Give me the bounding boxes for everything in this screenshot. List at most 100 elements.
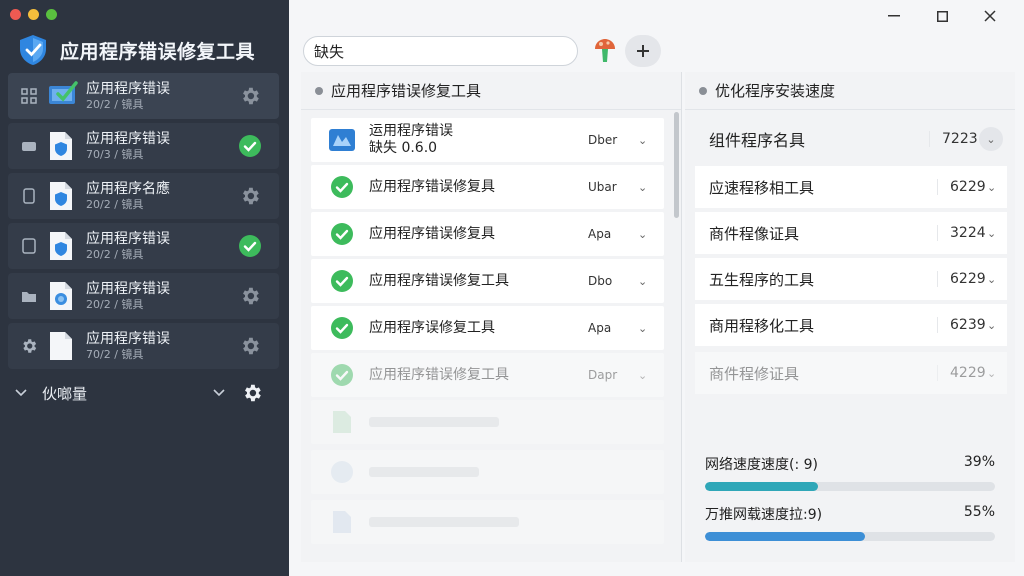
search-input[interactable]: [303, 36, 578, 66]
chevron-down-icon[interactable]: ⌄: [638, 322, 664, 335]
settings-gear-icon[interactable]: [239, 382, 265, 404]
list-item-name: 应用程序错误修复具: [369, 225, 495, 242]
check-icon: [237, 233, 263, 259]
table-row[interactable]: 商件程像证具 3224 ⌄: [695, 212, 1007, 254]
placeholder-bar: [369, 467, 479, 477]
sidebar: 应用程序错误修复工具 应用程序错误 20/2 / 镜具 应用程序错误 70/3 …: [0, 0, 289, 576]
sidebar-item-3[interactable]: 应用程序名應 20/2 / 镜具: [8, 173, 279, 219]
header-value: 7223: [929, 131, 979, 147]
sidebar-item-title: 应用程序错误: [86, 280, 170, 297]
list-item[interactable]: 应用程序错误修复具 Ubar ⌄: [311, 165, 664, 209]
row-value: 3224: [937, 225, 987, 241]
row-value: 6239: [937, 317, 987, 333]
list-item-code: Ubar: [588, 180, 617, 194]
list-item-code: Apa: [588, 227, 612, 241]
gear-icon: [16, 337, 42, 355]
progress-track: [705, 532, 995, 541]
close-icon[interactable]: [966, 4, 1014, 28]
right-panel-title: 优化程序安装速度: [715, 82, 836, 100]
sidebar-item-subtitle: 20/2 / 镜具: [86, 297, 144, 311]
sidebar-item-subtitle: 20/2 / 镜具: [86, 247, 144, 261]
list-item-name: 应用程序错误修复工具: [369, 272, 509, 289]
gear-icon[interactable]: [237, 333, 263, 359]
list-item-name: 运用程序错误: [369, 123, 453, 139]
gear-icon[interactable]: [237, 83, 263, 109]
gear-icon[interactable]: [237, 183, 263, 209]
table-row[interactable]: 商件程修证具 4229 ⌄: [695, 352, 1007, 394]
sidebar-item-2[interactable]: 应用程序错误 70/3 / 镜具: [8, 123, 279, 169]
check-icon: [327, 360, 357, 390]
row-name: 商件程修证具: [709, 364, 800, 383]
chevron-down-icon[interactable]: [8, 389, 34, 397]
list-item-code: Dbo: [588, 274, 613, 288]
right-panel: 优化程序安装速度 组件程序名具 7223 ⌄ 应速程移相工具 6229 ⌄ 商件…: [685, 72, 1015, 562]
document-icon: [48, 330, 74, 362]
sidebar-list: 应用程序错误 20/2 / 镜具 应用程序错误 70/3 / 镜具 应用程序名應…: [8, 73, 279, 373]
right-panel-header: 优化程序安装速度: [685, 72, 1015, 110]
left-panel-header: 应用程序错误修复工具: [301, 72, 681, 110]
chevron-down-icon[interactable]: ⌄: [987, 227, 1007, 240]
progress-track: [705, 482, 995, 491]
check-icon: [327, 266, 357, 296]
chevron-down-icon[interactable]: ⌄: [638, 369, 664, 382]
progress-label: 网络速度速度(: 9): [705, 457, 818, 473]
list-item-code: Dber: [588, 133, 618, 147]
scrollbar-thumb[interactable]: [674, 112, 679, 218]
mushroom-icon[interactable]: [593, 38, 617, 64]
table-row[interactable]: 应速程移相工具 6229 ⌄: [695, 166, 1007, 208]
progress-value: 55%: [963, 504, 995, 520]
list-item-name: 应用程序错误修复具: [369, 178, 495, 195]
gear-icon[interactable]: [237, 283, 263, 309]
chevron-down-icon[interactable]: ⌄: [638, 228, 664, 241]
chevron-down-icon[interactable]: ⌄: [987, 367, 1007, 380]
row-name: 五生程序的工具: [709, 270, 815, 289]
chevron-down-icon[interactable]: ⌄: [638, 181, 664, 194]
placeholder-bar: [369, 417, 499, 427]
list-item[interactable]: 应用程序错误修复工具 Dapr ⌄: [311, 353, 664, 397]
sidebar-item-4[interactable]: 应用程序错误 20/2 / 镜具: [8, 223, 279, 269]
check-icon: [327, 313, 357, 343]
main-area: 应用程序错误修复工具 运用程序错误 缺失 0.6.0 Dber ⌄ 应用程序错误…: [289, 0, 1024, 576]
status-dot-icon: [315, 86, 323, 95]
chevron-down-icon[interactable]: ⌄: [638, 275, 664, 288]
row-value: 4229: [937, 365, 987, 381]
sidebar-item-title: 应用程序错误: [86, 130, 170, 147]
minimize-icon[interactable]: [870, 4, 918, 28]
add-button[interactable]: [625, 35, 661, 67]
row-value: 6229: [937, 179, 987, 195]
zoom-window-button[interactable]: [46, 9, 57, 20]
sidebar-item-6[interactable]: 应用程序错误 70/2 / 镜具: [8, 323, 279, 369]
window-controls: [870, 4, 1014, 28]
maximize-icon[interactable]: [918, 4, 966, 28]
table-header-row[interactable]: 组件程序名具 7223 ⌄: [695, 118, 1007, 160]
window-traffic-lights: [10, 9, 57, 20]
chevron-down-icon[interactable]: ⌄: [638, 134, 664, 147]
sidebar-item-1[interactable]: 应用程序错误 20/2 / 镜具: [8, 73, 279, 119]
list-item[interactable]: 运用程序错误 缺失 0.6.0 Dber ⌄: [311, 118, 664, 162]
row-value: 6229: [937, 271, 987, 287]
list-item-name-line2: 缺失 0.6.0: [369, 140, 438, 156]
left-panel: 应用程序错误修复工具 运用程序错误 缺失 0.6.0 Dber ⌄ 应用程序错误…: [301, 72, 682, 562]
placeholder-row: [311, 450, 664, 494]
list-item-code: Apa: [588, 321, 612, 335]
sidebar-footer-label: 伙啷量: [42, 384, 88, 403]
chevron-down-icon[interactable]: ⌄: [987, 181, 1007, 194]
sidebar-item-subtitle: 20/2 / 镜具: [86, 197, 144, 211]
table-row[interactable]: 商用程移化工具 6239 ⌄: [695, 304, 1007, 346]
table-row[interactable]: 五生程序的工具 6229 ⌄: [695, 258, 1007, 300]
sidebar-footer[interactable]: 伙啷量: [8, 376, 279, 410]
chevron-down-icon[interactable]: ⌄: [987, 273, 1007, 286]
chevron-down-icon[interactable]: [207, 389, 231, 397]
app-header: 应用程序错误修复工具: [18, 34, 255, 66]
close-window-button[interactable]: [10, 9, 21, 20]
list-item[interactable]: 应用程序错误修复具 Apa ⌄: [311, 212, 664, 256]
left-panel-title: 应用程序错误修复工具: [331, 82, 482, 100]
sidebar-item-5[interactable]: 应用程序错误 20/2 / 镜具: [8, 273, 279, 319]
list-item[interactable]: 应用程序错误修复工具 Dbo ⌄: [311, 259, 664, 303]
chevron-down-icon[interactable]: ⌄: [979, 127, 1003, 151]
minimize-window-button[interactable]: [28, 9, 39, 20]
sidebar-item-title: 应用程序错误: [86, 330, 170, 347]
list-item[interactable]: 应用程序误修复工具 Apa ⌄: [311, 306, 664, 350]
chevron-down-icon[interactable]: ⌄: [987, 319, 1007, 332]
list-item-name: 应用程序误修复工具: [369, 319, 495, 336]
